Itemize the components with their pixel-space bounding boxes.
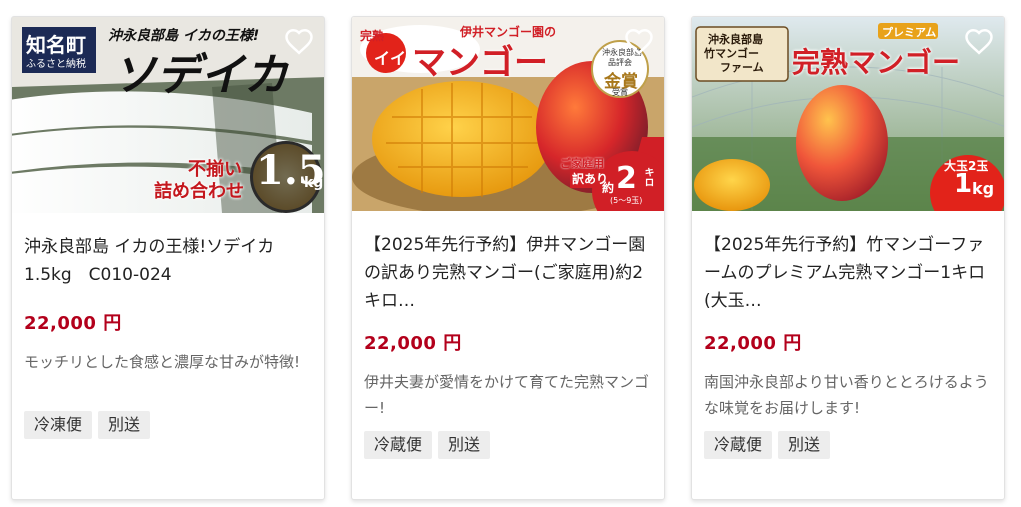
tag-shipping: 冷蔵便 bbox=[704, 431, 773, 459]
product-title[interactable]: 【2025年先行予約】竹マンゴーファームのプレミアム完熟マンゴー1キロ(大玉… bbox=[704, 231, 992, 315]
product-image-sodeika[interactable]: 知名町 ふるさと納税 沖永良部島 イカの王様! ソデイカ 不揃い 詰め合わせ 1… bbox=[12, 17, 324, 213]
tag-shipping: 冷蔵便 bbox=[364, 431, 433, 459]
product-card-sodeika[interactable]: 知名町 ふるさと納税 沖永良部島 イカの王様! ソデイカ 不揃い 詰め合わせ 1… bbox=[11, 16, 325, 500]
favorite-heart-icon[interactable] bbox=[284, 27, 314, 55]
tag-list: 冷蔵便 別送 bbox=[364, 431, 652, 459]
header-main: マンゴー bbox=[412, 43, 548, 83]
product-image-ii-mango[interactable]: 伊井マンゴー園の 完熟 イイ! マンゴー 沖永良部島 品評会 金賞 受賞 ご家庭… bbox=[352, 17, 664, 211]
header-main: 完熟マンゴー bbox=[792, 46, 961, 79]
favorite-heart-icon[interactable] bbox=[964, 27, 994, 55]
tag-separate: 別送 bbox=[438, 431, 491, 459]
product-price: 22,000 円 bbox=[24, 313, 122, 334]
header-circle: イイ! bbox=[374, 49, 414, 68]
product-image-take-mango[interactable]: 沖永良部島 竹マンゴー ファーム プレミアム 完熟マンゴー 大玉2玉 1 kg bbox=[692, 17, 1004, 211]
product-title[interactable]: 沖永良部島 イカの王様!ソデイカ 1.5kg C010-024 bbox=[24, 233, 312, 289]
product-card-ii-mango[interactable]: 伊井マンゴー園の 完熟 イイ! マンゴー 沖永良部島 品評会 金賞 受賞 ご家庭… bbox=[351, 16, 665, 500]
product-card-take-mango[interactable]: 沖永良部島 竹マンゴー ファーム プレミアム 完熟マンゴー 大玉2玉 1 kg … bbox=[691, 16, 1005, 500]
product-price: 22,000 円 bbox=[704, 333, 802, 354]
product-description: モッチリとした食感と濃厚な甘みが特徴! bbox=[24, 353, 301, 371]
product-description: 伊井夫妻が愛情をかけて育てた完熟マンゴー! bbox=[364, 373, 650, 417]
count-label: (5〜9玉) bbox=[610, 196, 643, 205]
badge-sub: ふるさと納税 bbox=[26, 59, 86, 70]
weight-unit: kg bbox=[972, 179, 995, 198]
farm-line3: ファーム bbox=[720, 61, 764, 74]
header-prefix: 完熟 bbox=[360, 29, 385, 43]
product-description: 南国沖永良部より甘い香りととろけるような味覚をお届けします! bbox=[704, 373, 989, 417]
favorite-heart-icon[interactable] bbox=[624, 27, 654, 55]
award-sub: 受賞 bbox=[612, 88, 628, 97]
premium-label: プレミアム bbox=[882, 26, 937, 39]
weight-value: 1 bbox=[954, 169, 973, 199]
callout-line2: 詰め合わせ bbox=[154, 181, 244, 202]
tag-separate: 別送 bbox=[98, 411, 151, 439]
banner-main: ソデイカ bbox=[112, 50, 288, 101]
kilo-unit: キロ bbox=[642, 167, 653, 187]
weight-unit: kg bbox=[304, 175, 324, 191]
tag-list: 冷蔵便 別送 bbox=[704, 431, 992, 459]
product-price: 22,000 円 bbox=[364, 333, 462, 354]
kilo-value: 2 bbox=[616, 161, 637, 196]
tag-separate: 別送 bbox=[778, 431, 831, 459]
tag-shipping: 冷凍便 bbox=[24, 411, 93, 439]
product-title[interactable]: 【2025年先行予約】伊井マンゴー園の訳あり完熟マンゴー(ご家庭用)約2キロ… bbox=[364, 231, 652, 315]
tag-list: 冷凍便 別送 bbox=[24, 411, 312, 439]
badge-town: 知名町 bbox=[26, 33, 86, 57]
approx-label: 約 bbox=[602, 181, 615, 195]
